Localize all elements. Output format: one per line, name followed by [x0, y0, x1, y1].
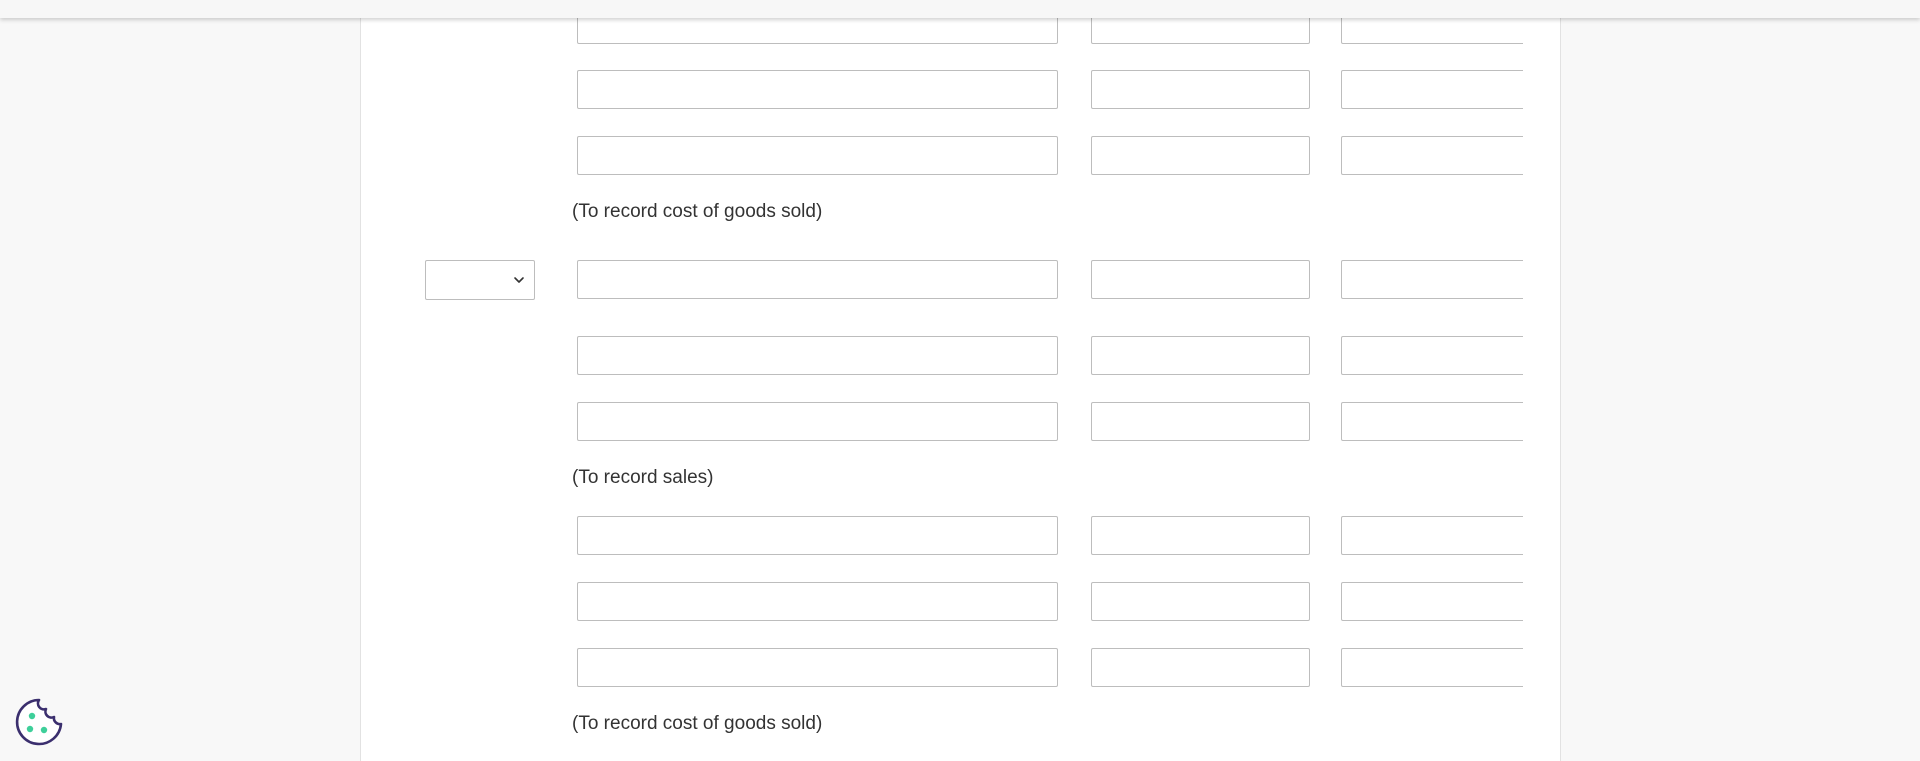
account-title-input[interactable]	[577, 260, 1058, 299]
account-title-input[interactable]	[577, 582, 1058, 621]
entry-memo: (To record sales)	[572, 467, 714, 488]
cookie-icon	[15, 698, 63, 746]
account-title-input[interactable]	[577, 136, 1058, 175]
account-title-input[interactable]	[577, 516, 1058, 555]
journal-entry-rows: (To record cost of goods sold) (To recor…	[361, 0, 1523, 761]
credit-amount-input[interactable]	[1341, 516, 1523, 555]
debit-amount-input[interactable]	[1091, 136, 1310, 175]
debit-amount-input[interactable]	[1091, 402, 1310, 441]
debit-amount-input[interactable]	[1091, 70, 1310, 109]
debit-amount-input[interactable]	[1091, 648, 1310, 687]
credit-amount-input[interactable]	[1341, 402, 1523, 441]
credit-amount-input[interactable]	[1341, 648, 1523, 687]
cookie-settings-button[interactable]	[14, 697, 64, 747]
debit-amount-input[interactable]	[1091, 260, 1310, 299]
credit-amount-input[interactable]	[1341, 70, 1523, 109]
date-select[interactable]	[425, 260, 535, 300]
top-header-bar	[0, 0, 1920, 18]
debit-amount-input[interactable]	[1091, 582, 1310, 621]
account-title-input[interactable]	[577, 648, 1058, 687]
chevron-down-icon	[514, 277, 524, 283]
debit-amount-input[interactable]	[1091, 336, 1310, 375]
credit-amount-input[interactable]	[1341, 136, 1523, 175]
credit-amount-input[interactable]	[1341, 336, 1523, 375]
credit-amount-input[interactable]	[1341, 582, 1523, 621]
account-title-input[interactable]	[577, 402, 1058, 441]
entry-memo: (To record cost of goods sold)	[572, 201, 823, 222]
account-title-input[interactable]	[577, 336, 1058, 375]
account-title-input[interactable]	[577, 70, 1058, 109]
debit-amount-input[interactable]	[1091, 516, 1310, 555]
credit-amount-input[interactable]	[1341, 260, 1523, 299]
entry-memo: (To record cost of goods sold)	[572, 713, 823, 734]
journal-entry-card: (To record cost of goods sold) (To recor…	[360, 0, 1561, 761]
